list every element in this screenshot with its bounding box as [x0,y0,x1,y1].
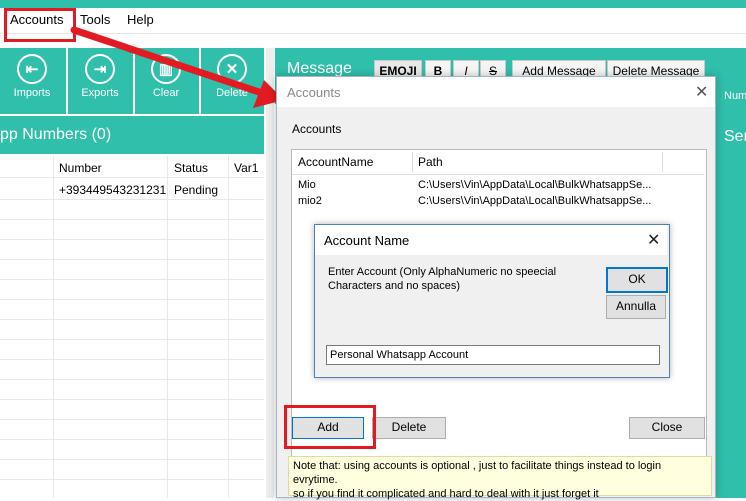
delete-account-button[interactable]: Delete [372,417,446,439]
account-name-dialog: Account Name ✕ Enter Account (Only Alpha… [314,224,670,378]
account-name-cell: mio2 [298,195,322,207]
accounts-note: Note that: using accounts is optional , … [288,456,712,500]
account-path-cell: C:\Users\Vin\AppData\Local\BulkWhatsappS… [418,179,652,191]
account-name-prompt: Enter Account (Only AlphaNumeric no spee… [328,266,557,292]
accounts-list-header: AccountName Path [292,150,704,175]
add-button-highlight [284,405,376,449]
column-divider [662,152,663,172]
account-name-input[interactable] [326,345,660,365]
account-path-cell: C:\Users\Vin\AppData\Local\BulkWhatsappS… [418,195,652,207]
close-icon[interactable]: ✕ [695,82,708,102]
accounts-dialog-titlebar: Accounts ✕ [277,77,715,107]
close-button[interactable]: Close [629,417,705,439]
ok-button[interactable]: OK [606,267,668,293]
column-path[interactable]: Path [418,150,443,174]
column-divider [412,152,413,172]
cancel-button[interactable]: Annulla [606,295,666,319]
account-name-title: Account Name [324,233,410,248]
accounts-dialog-title: Accounts [287,85,341,100]
account-name-cell: Mio [298,179,316,191]
accounts-section-label: Accounts [292,122,342,136]
close-icon[interactable]: ✕ [647,230,660,250]
note-line-1: Note that: using accounts is optional , … [293,460,662,486]
column-account-name[interactable]: AccountName [298,150,373,174]
account-name-titlebar: Account Name ✕ [315,225,667,255]
note-line-2: so if you find it complicated and hard t… [293,488,599,500]
